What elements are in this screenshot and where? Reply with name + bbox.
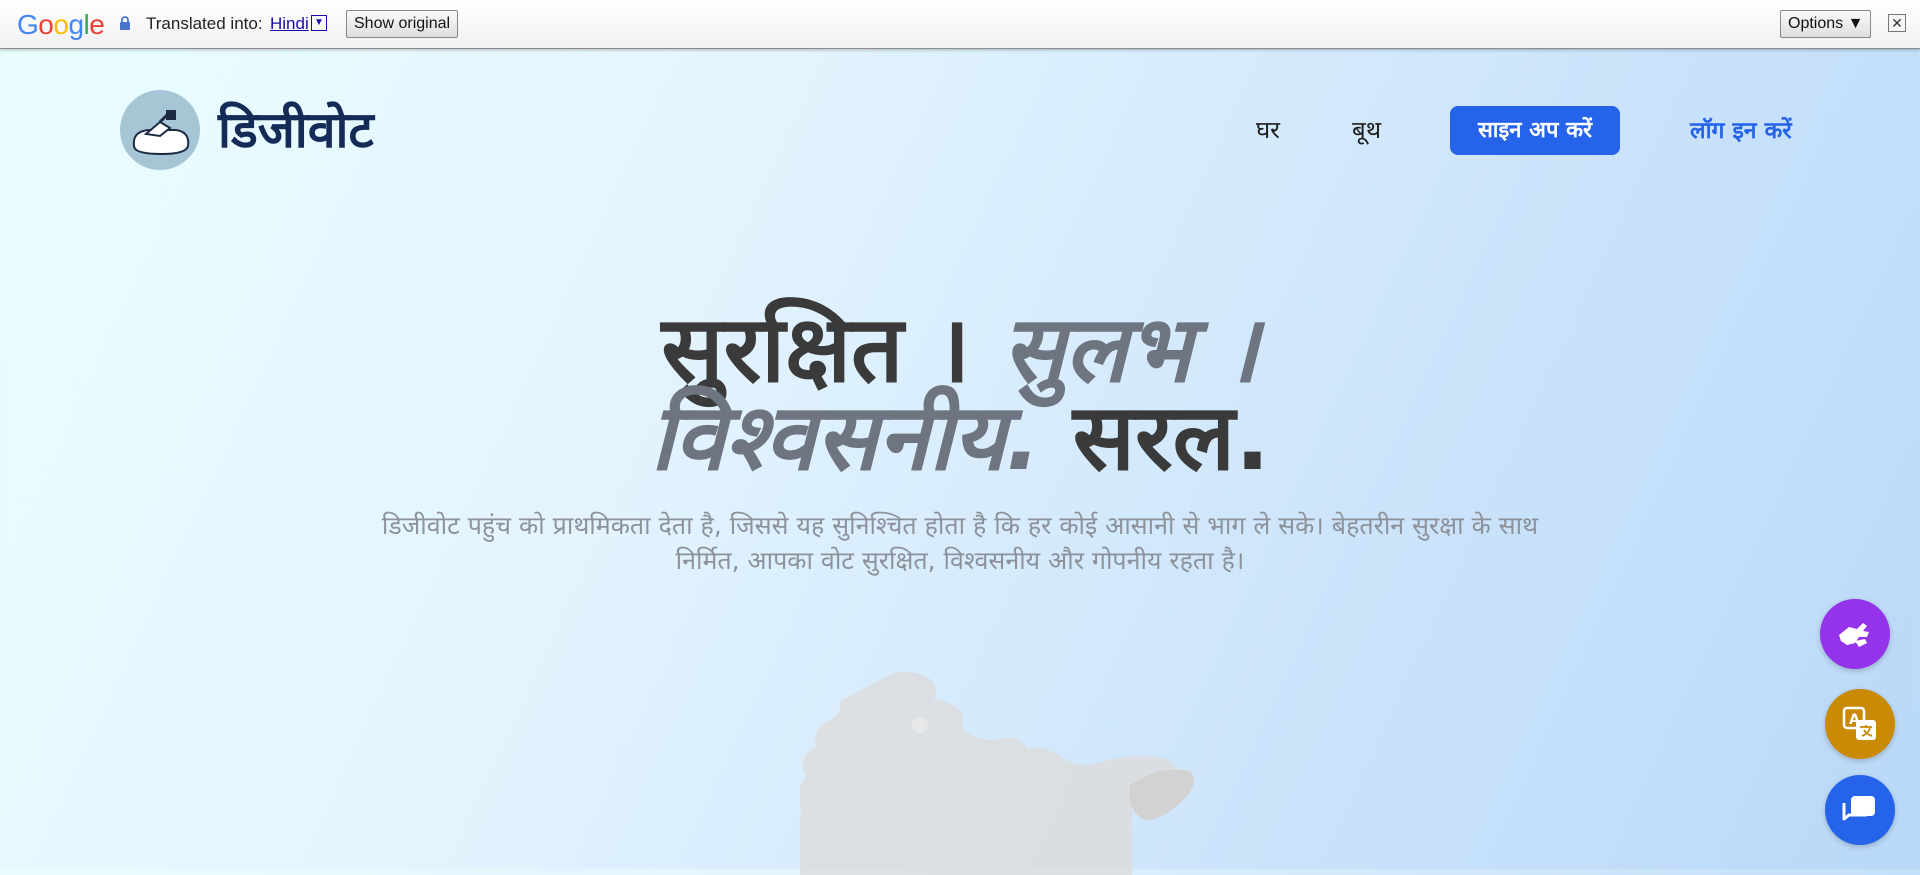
nav-home[interactable]: घर	[1256, 113, 1280, 146]
translated-into-label: Translated into:	[146, 14, 263, 33]
language-dropdown-icon[interactable]: ▼	[311, 15, 327, 31]
nav-booth[interactable]: बूथ	[1352, 113, 1381, 146]
google-logo-letter: G	[17, 9, 39, 40]
login-link[interactable]: लॉग इन करें	[1690, 113, 1792, 145]
lock-icon	[120, 16, 130, 30]
hero-title-line-2: विश्वसनीय. सरल.	[0, 383, 1920, 493]
google-logo-letter: o	[38, 9, 54, 40]
chat-button[interactable]	[1825, 775, 1895, 845]
signup-button[interactable]: साइन अप करें	[1450, 106, 1620, 155]
india-map-image	[800, 671, 1195, 875]
google-logo-letter: g	[68, 9, 84, 40]
show-original-button[interactable]: Show original	[346, 10, 459, 38]
language-link[interactable]: Hindi	[270, 14, 309, 34]
brand-logo[interactable]	[120, 90, 200, 170]
hero-word-simple: सरल.	[1040, 384, 1270, 491]
hero-word-reliable: विश्वसनीय.	[650, 384, 1041, 491]
brand-name[interactable]: डिजीवोट	[218, 94, 374, 162]
options-button[interactable]: Options ▼	[1780, 10, 1872, 38]
google-translate-bar: Google Translated into: Hindi ▼ Show ori…	[0, 0, 1920, 49]
hero-subtitle: डिजीवोट पहुंच को प्राथमिकता देता है, जिस…	[381, 511, 1539, 575]
google-logo: Google	[17, 9, 105, 41]
translate-button[interactable]: A	[1825, 689, 1895, 759]
translate-icon: A	[1842, 706, 1876, 740]
google-logo-letter: o	[53, 9, 69, 40]
ballot-box-icon	[132, 110, 190, 156]
google-logo-letter: e	[89, 9, 105, 40]
chat-icon	[1842, 796, 1875, 821]
sign-language-icon	[1839, 623, 1869, 647]
close-icon[interactable]: ✕	[1888, 14, 1906, 32]
sign-language-button[interactable]	[1820, 599, 1890, 669]
